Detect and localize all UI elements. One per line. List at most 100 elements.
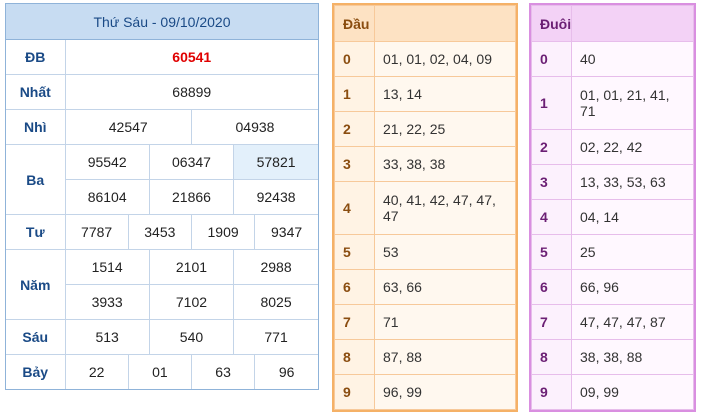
dau-key: 5 (334, 234, 375, 270)
prize-value-tu: 9347 (254, 214, 318, 250)
dau-row: 8 87, 88 (334, 339, 516, 375)
prize-row-ba: Ba 95542 06347 57821 (6, 144, 318, 215)
dau-row: 1 13, 14 (334, 76, 516, 112)
prize-row-nhi: Nhì 42547 04938 (6, 109, 318, 145)
prize-value-bay: 22 (64, 354, 129, 389)
prize-row-nam: Năm 1514 2101 2988 (6, 249, 318, 320)
dau-row: 4 40, 41, 42, 47, 47, 47 (334, 181, 516, 235)
dau-key: 9 (334, 374, 375, 410)
dau-key: 8 (334, 339, 375, 375)
duoi-row: 2 02, 22, 42 (531, 129, 694, 165)
dau-row: 0 01, 01, 02, 04, 09 (334, 41, 516, 77)
prize-label-nhat: Nhất (6, 74, 66, 110)
prize-row-nhat: Nhất 68899 (6, 74, 318, 110)
prize-row-db: ĐB 60541 (6, 40, 318, 75)
prize-value-nam: 2988 (233, 249, 318, 285)
dau-header-label: Đầu (334, 5, 375, 42)
duoi-header-label: Đuôi (531, 5, 572, 42)
prize-label-nhi: Nhì (6, 109, 66, 145)
prize-value-nam: 2101 (148, 249, 235, 285)
duoi-key: 2 (531, 129, 572, 165)
duoi-row: 5 25 (531, 234, 694, 270)
dau-key: 4 (334, 181, 375, 235)
duoi-values: 02, 22, 42 (571, 129, 694, 165)
duoi-key: 1 (531, 76, 572, 130)
prize-value-sau: 771 (233, 319, 318, 355)
prize-row-bay: Bảy 22 01 63 96 (6, 354, 318, 389)
prize-label-ba: Ba (6, 144, 66, 215)
dau-values: 63, 66 (374, 269, 516, 305)
prize-value-nhat: 68899 (64, 74, 318, 110)
dau-values: 40, 41, 42, 47, 47, 47 (374, 181, 516, 235)
dau-key: 2 (334, 111, 375, 147)
dau-table: Đầu 0 01, 01, 02, 04, 09 1 13, 14 2 21, 22,… (332, 3, 518, 412)
dau-row: 3 33, 38, 38 (334, 146, 516, 182)
prize-value-tu: 7787 (64, 214, 129, 250)
dau-row: 9 96, 99 (334, 374, 516, 410)
dau-key: 0 (334, 41, 375, 77)
lottery-results-table: Thứ Sáu - 09/10/2020 ĐB 60541 Nhất 68899… (5, 3, 319, 390)
duoi-key: 5 (531, 234, 572, 270)
dau-values: 01, 01, 02, 04, 09 (374, 41, 516, 77)
prize-value-ba: 21866 (148, 179, 235, 215)
prize-value-tu: 3453 (127, 214, 192, 250)
prize-value-sau: 540 (148, 319, 235, 355)
duoi-row: 7 47, 47, 47, 87 (531, 304, 694, 340)
duoi-row: 3 13, 33, 53, 63 (531, 164, 694, 200)
prize-value-nam: 8025 (233, 284, 318, 320)
duoi-key: 8 (531, 339, 572, 375)
duoi-table: Đuôi 0 40 1 01, 01, 21, 41, 71 2 02, 22, 42… (529, 3, 696, 412)
duoi-row: 6 66, 96 (531, 269, 694, 305)
prize-label-tu: Tư (6, 214, 66, 250)
duoi-row: 0 40 (531, 41, 694, 77)
duoi-row: 8 38, 38, 88 (531, 339, 694, 375)
duoi-key: 3 (531, 164, 572, 200)
prize-value-ba: 06347 (148, 144, 235, 180)
dau-values: 96, 99 (374, 374, 516, 410)
duoi-values: 66, 96 (571, 269, 694, 305)
duoi-values: 09, 99 (571, 374, 694, 410)
duoi-values: 13, 33, 53, 63 (571, 164, 694, 200)
prize-value-db: 60541 (64, 40, 318, 75)
dau-key: 1 (334, 76, 375, 112)
dau-values: 13, 14 (374, 76, 516, 112)
prize-label-db: ĐB (6, 40, 66, 75)
duoi-key: 0 (531, 41, 572, 77)
dau-header-row: Đầu (334, 5, 516, 42)
duoi-values: 01, 01, 21, 41, 71 (571, 76, 694, 130)
duoi-row: 1 01, 01, 21, 41, 71 (531, 76, 694, 130)
duoi-header-empty (571, 5, 694, 42)
dau-values: 53 (374, 234, 516, 270)
dau-header-empty (374, 5, 516, 42)
prize-value-sau: 513 (64, 319, 150, 355)
duoi-header-row: Đuôi (531, 5, 694, 42)
dau-values: 71 (374, 304, 516, 340)
duoi-values: 47, 47, 47, 87 (571, 304, 694, 340)
duoi-values: 04, 14 (571, 199, 694, 235)
dau-key: 6 (334, 269, 375, 305)
prize-value-ba: 95542 (64, 144, 150, 180)
prize-value-nam: 7102 (148, 284, 235, 320)
duoi-key: 6 (531, 269, 572, 305)
prize-row-tu: Tư 7787 3453 1909 9347 (6, 214, 318, 250)
dau-key: 3 (334, 146, 375, 182)
duoi-row: 9 09, 99 (531, 374, 694, 410)
dau-row: 6 63, 66 (334, 269, 516, 305)
prize-value-nhi: 42547 (64, 109, 192, 145)
prize-value-ba: 86104 (65, 179, 150, 215)
prize-value-ba: 57821 (233, 144, 318, 180)
duoi-values: 38, 38, 88 (571, 339, 694, 375)
prize-label-bay: Bảy (6, 354, 66, 389)
results-date-title: Thứ Sáu - 09/10/2020 (6, 4, 318, 40)
dau-row: 5 53 (334, 234, 516, 270)
prize-label-nam: Năm (6, 249, 66, 320)
prize-value-nhi: 04938 (190, 109, 318, 145)
prize-label-sau: Sáu (6, 319, 66, 355)
dau-values: 87, 88 (374, 339, 516, 375)
prize-value-nam: 3933 (65, 284, 150, 320)
duoi-values: 40 (571, 41, 694, 77)
prize-value-bay: 63 (190, 354, 256, 389)
prize-value-bay: 01 (127, 354, 192, 389)
prize-row-sau: Sáu 513 540 771 (6, 319, 318, 355)
duoi-key: 9 (531, 374, 572, 410)
